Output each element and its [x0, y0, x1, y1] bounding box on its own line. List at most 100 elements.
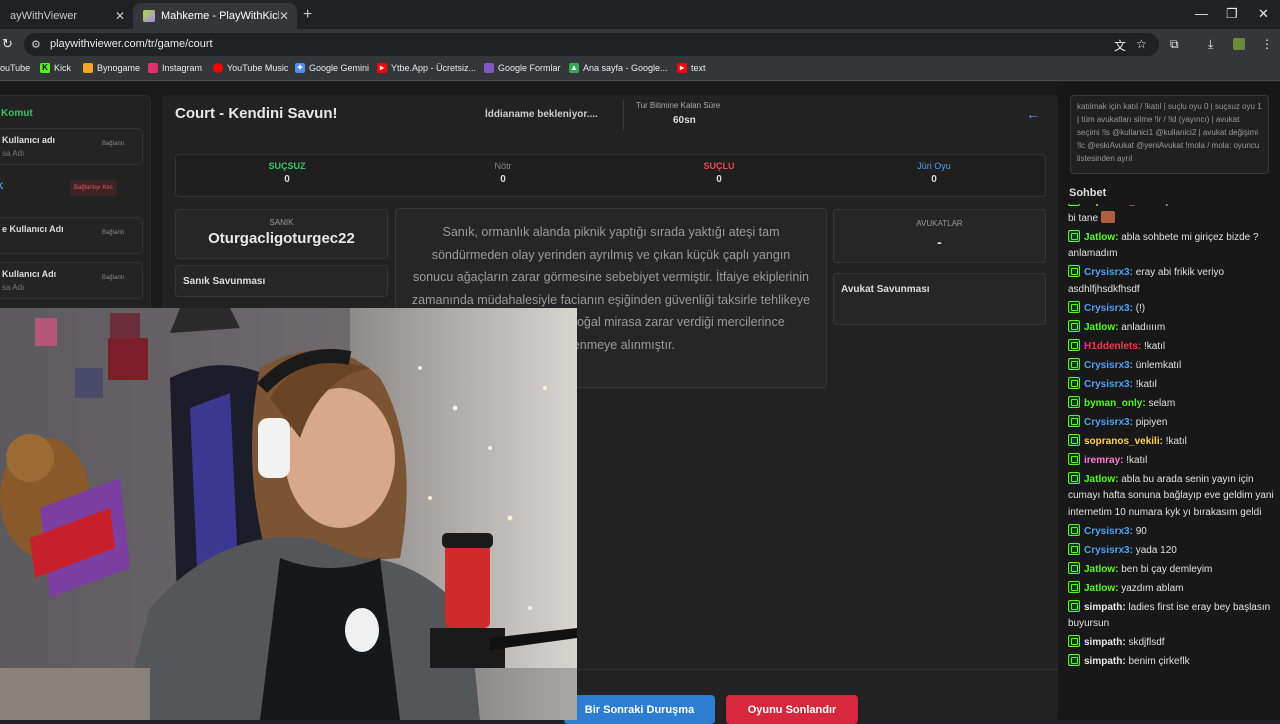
menu-kebab-icon[interactable]: ⋮: [1261, 37, 1273, 51]
gemini-icon: ✦: [295, 63, 305, 73]
bynogame-icon: [83, 63, 93, 73]
kick-badge-icon: [1068, 523, 1080, 536]
bookmark-star-icon[interactable]: ☆: [1136, 37, 1147, 51]
chat-text: selam: [1148, 397, 1176, 409]
kick-badge-icon: [1068, 204, 1080, 206]
chat-text: !katıl: [1135, 378, 1157, 390]
extensions-icon[interactable]: ⧉: [1170, 37, 1179, 52]
chat-text: ben bi çay demleyim: [1121, 563, 1213, 575]
chat-username[interactable]: Jatlow: [1084, 583, 1115, 594]
bookmark-youtube-music[interactable]: YouTube Music: [213, 63, 288, 73]
chat-message: Crysisrx3: !katıl: [1068, 376, 1278, 394]
tab-title: Mahkeme - PlayWithKick | Play: [161, 10, 279, 22]
profile-avatar[interactable]: [1233, 38, 1245, 50]
url-field[interactable]: ⚙ playwithviewer.com/tr/game/court ⽂ ☆: [24, 33, 1159, 56]
instagram-icon: [148, 63, 158, 73]
restore-icon[interactable]: ❐: [1226, 6, 1238, 22]
connect-button[interactable]: Bağlantı: [102, 141, 124, 147]
chat-username[interactable]: simpath: [1084, 656, 1122, 667]
kick-badge-icon: [1068, 635, 1080, 647]
address-bar: ↻ ⚙ playwithviewer.com/tr/game/court ⽂ ☆…: [0, 29, 1280, 59]
bookmark-bynogame[interactable]: Bynogame: [83, 63, 140, 73]
chat-username[interactable]: Jatlow: [1084, 474, 1115, 485]
disconnect-button[interactable]: Bağlantıyı Kes: [70, 180, 117, 196]
chat-text: skdjflsdf: [1128, 637, 1165, 648]
chat-message: sopranos_vekili: printscreen linki atım …: [1068, 204, 1278, 227]
chat-title: Sohbet: [1069, 187, 1107, 199]
kick-badge-icon: [1068, 654, 1080, 666]
chat-username[interactable]: iremray: [1084, 455, 1120, 466]
chat-username[interactable]: Crysisrx3: [1084, 303, 1130, 314]
close-tab-icon[interactable]: ✕: [115, 9, 125, 23]
chat-username[interactable]: simpath: [1084, 637, 1122, 648]
minimize-icon[interactable]: —: [1195, 6, 1208, 21]
defendant-defense-title: Sanık Savunması: [183, 276, 266, 287]
defendant-label: SANIK: [269, 218, 294, 227]
user-slot[interactable]: Kullanıcı Adı sa Adı Bağlantı: [0, 262, 143, 299]
chat-username[interactable]: Crysisrx3: [1084, 267, 1130, 278]
chat-message: iremray: !katıl: [1068, 452, 1278, 470]
chat-username[interactable]: sopranos_vekili: [1084, 204, 1160, 207]
tab-mahkeme[interactable]: Mahkeme - PlayWithKick | Play ✕: [133, 3, 297, 29]
chat-text: !katıl: [1126, 454, 1148, 466]
vote-neutral: Nötr 0: [494, 161, 512, 185]
chat-text: !katıl: [1165, 435, 1187, 447]
page-title: Court - Kendini Savun!: [175, 105, 338, 122]
url-text[interactable]: playwithviewer.com/tr/game/court: [50, 38, 213, 50]
kick-badge-icon: [1068, 395, 1080, 408]
chat-username[interactable]: H1ddenlets: [1084, 341, 1138, 352]
chat-text: pipiyen: [1135, 416, 1168, 428]
command-panel-title: Komut: [1, 108, 33, 119]
translate-icon[interactable]: ⽂: [1114, 37, 1126, 54]
close-tab-icon[interactable]: ✕: [279, 9, 289, 23]
kick-badge-icon: [1068, 265, 1080, 277]
back-arrow-icon[interactable]: ←: [1026, 106, 1040, 122]
user-slot[interactable]: Kullanıcı adı sa Adı Bağlantı: [0, 128, 143, 165]
bookmark-text[interactable]: ▸ text: [677, 63, 706, 73]
kick-badge-icon: [1068, 561, 1080, 574]
chat-message: simpath: skdjflsdf: [1068, 635, 1278, 652]
defendant-name: Oturgacligoturgec22: [208, 230, 355, 247]
connect-button[interactable]: Bağlantı: [102, 230, 124, 236]
chat-text: benim çirkeflk: [1128, 656, 1190, 667]
bookmark-drive[interactable]: ▲ Ana sayfa - Google...: [569, 63, 668, 73]
new-tab-icon[interactable]: +: [303, 6, 312, 24]
connect-button[interactable]: Bağlantı: [102, 275, 124, 281]
chat-username[interactable]: Jatlow: [1084, 564, 1115, 575]
site-info-icon[interactable]: ⚙: [31, 38, 41, 51]
chat-username[interactable]: Jatlow: [1084, 322, 1115, 333]
bookmark-ytbe-app[interactable]: ▸ Ytbe.App - Ücretsiz...: [377, 63, 476, 73]
chat-username[interactable]: Crysisrx3: [1084, 360, 1130, 371]
chat-text: yazdım ablam: [1121, 582, 1184, 594]
forms-icon: [484, 63, 494, 73]
tab-playwithviewer[interactable]: ayWithViewer ✕: [0, 3, 133, 29]
chat-username[interactable]: simpath: [1084, 602, 1122, 613]
bookmark-youtube[interactable]: ouTube: [0, 63, 30, 73]
chat-username[interactable]: Crysisrx3: [1084, 526, 1130, 537]
chat-username[interactable]: byman_only: [1084, 398, 1142, 409]
chat-username[interactable]: Crysisrx3: [1084, 379, 1130, 390]
chat-message: Crysisrx3: yada 120: [1068, 542, 1278, 560]
bookmark-google-forms[interactable]: Google Formlar: [484, 63, 561, 73]
emote-icon: [1101, 210, 1116, 223]
vote-jury: Jüri Oyu 0: [917, 161, 951, 185]
browser-tab-strip: ayWithViewer ✕ Mahkeme - PlayWithKick | …: [0, 0, 1280, 29]
webcam-image: [0, 308, 577, 720]
chat-messages: sopranos_vekili: printscreen linki atım …: [1068, 204, 1278, 704]
reload-icon[interactable]: ↻: [2, 36, 13, 52]
chat-username[interactable]: Crysisrx3: [1084, 545, 1130, 556]
bookmarks-bar: ouTube K Kick Bynogame Instagram YouTube …: [0, 59, 1280, 81]
user-slot[interactable]: e Kullanıcı Adı Bağlantı: [0, 217, 143, 254]
chat-username[interactable]: Jatlow: [1084, 232, 1115, 243]
drive-icon: ▲: [569, 63, 579, 73]
chat-text: yada 120: [1135, 544, 1177, 556]
chat-username[interactable]: Crysisrx3: [1084, 417, 1130, 428]
download-icon[interactable]: ⤓: [1208, 37, 1213, 52]
kick-badge-icon: [1068, 338, 1080, 351]
bookmark-instagram[interactable]: Instagram: [148, 63, 202, 73]
close-window-icon[interactable]: ✕: [1258, 6, 1269, 22]
chat-username[interactable]: sopranos_vekili: [1084, 436, 1160, 447]
bookmark-kick[interactable]: K Kick: [40, 63, 71, 73]
kick-badge-icon: [1068, 300, 1080, 313]
bookmark-gemini[interactable]: ✦ Google Gemini: [295, 63, 369, 73]
